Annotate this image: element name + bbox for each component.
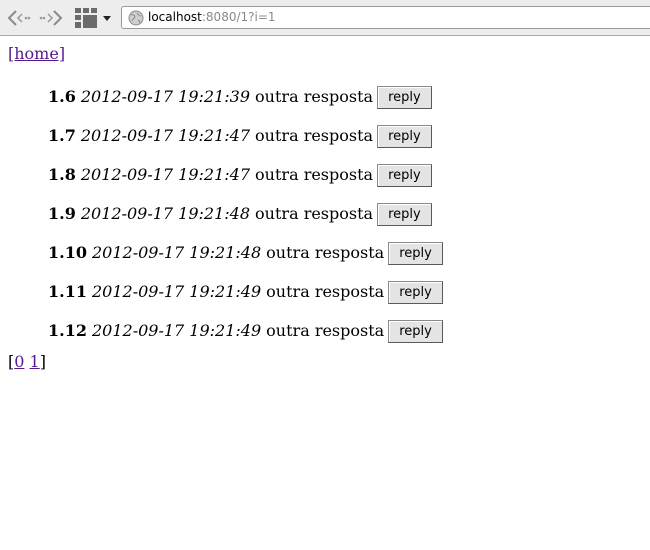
reply-text: outra resposta <box>255 204 374 223</box>
url-path: :8080/1?i=1 <box>201 10 276 24</box>
page-link-0[interactable]: 0 <box>14 352 24 371</box>
reply-text: outra resposta <box>266 243 385 262</box>
reply-row: 1.6 2012-09-17 19:21:39 outra resposta r… <box>48 77 443 116</box>
reply-timestamp: 2012-09-17 19:21:48 <box>91 243 262 262</box>
reply-button[interactable]: reply <box>377 203 432 226</box>
reply-text: outra resposta <box>255 165 374 184</box>
reply-button[interactable]: reply <box>377 86 432 109</box>
reply-timestamp: 2012-09-17 19:21:49 <box>91 321 262 340</box>
reply-timestamp: 2012-09-17 19:21:47 <box>80 165 251 184</box>
page-content: [home] 1.6 2012-09-17 19:21:39 outra res… <box>0 37 650 550</box>
grid-icon <box>75 8 97 28</box>
reply-number: 1.11 <box>48 282 87 301</box>
reply-row: 1.10 2012-09-17 19:21:48 outra resposta … <box>48 233 443 272</box>
reply-list: 1.6 2012-09-17 19:21:39 outra resposta r… <box>48 77 443 350</box>
reply-text: outra resposta <box>266 321 385 340</box>
chevron-down-icon <box>103 16 111 21</box>
reply-button[interactable]: reply <box>377 125 432 148</box>
reply-timestamp: 2012-09-17 19:21:47 <box>80 126 251 145</box>
reply-text: outra resposta <box>255 126 374 145</box>
reply-text: outra resposta <box>255 87 374 106</box>
reply-text: outra resposta <box>266 282 385 301</box>
pagination: [0 1] <box>8 352 46 371</box>
globe-icon <box>128 10 144 26</box>
reply-button[interactable]: reply <box>388 242 443 265</box>
forward-arrow-icon <box>39 10 63 26</box>
reply-timestamp: 2012-09-17 19:21:49 <box>91 282 262 301</box>
reply-number: 1.8 <box>48 165 76 184</box>
url-host: localhost <box>148 10 202 24</box>
reply-row: 1.11 2012-09-17 19:21:49 outra resposta … <box>48 272 443 311</box>
reply-number: 1.6 <box>48 87 76 106</box>
reply-number: 1.10 <box>48 243 87 262</box>
reply-timestamp: 2012-09-17 19:21:48 <box>80 204 251 223</box>
reply-number: 1.9 <box>48 204 76 223</box>
page-link-1[interactable]: 1 <box>30 352 40 371</box>
home-link[interactable]: [home] <box>8 44 65 63</box>
reply-row: 1.8 2012-09-17 19:21:47 outra resposta r… <box>48 155 443 194</box>
reply-row: 1.9 2012-09-17 19:21:48 outra resposta r… <box>48 194 443 233</box>
reply-number: 1.12 <box>48 321 87 340</box>
reply-row: 1.12 2012-09-17 19:21:49 outra resposta … <box>48 311 443 350</box>
reply-button[interactable]: reply <box>388 320 443 343</box>
menu-dropdown-button[interactable] <box>100 6 114 30</box>
reply-timestamp: 2012-09-17 19:21:39 <box>80 87 251 106</box>
reply-number: 1.7 <box>48 126 76 145</box>
reply-button[interactable]: reply <box>377 164 432 187</box>
browser-toolbar: localhost:8080/1?i=1 <box>0 0 650 36</box>
forward-button[interactable] <box>38 6 66 30</box>
apps-grid-button[interactable] <box>72 6 100 30</box>
reply-button[interactable]: reply <box>388 281 443 304</box>
back-arrow-icon <box>7 10 31 26</box>
back-button[interactable] <box>4 6 32 30</box>
pager-close-bracket: ] <box>39 352 46 371</box>
reply-row: 1.7 2012-09-17 19:21:47 outra resposta r… <box>48 116 443 155</box>
address-bar[interactable]: localhost:8080/1?i=1 <box>121 6 650 29</box>
